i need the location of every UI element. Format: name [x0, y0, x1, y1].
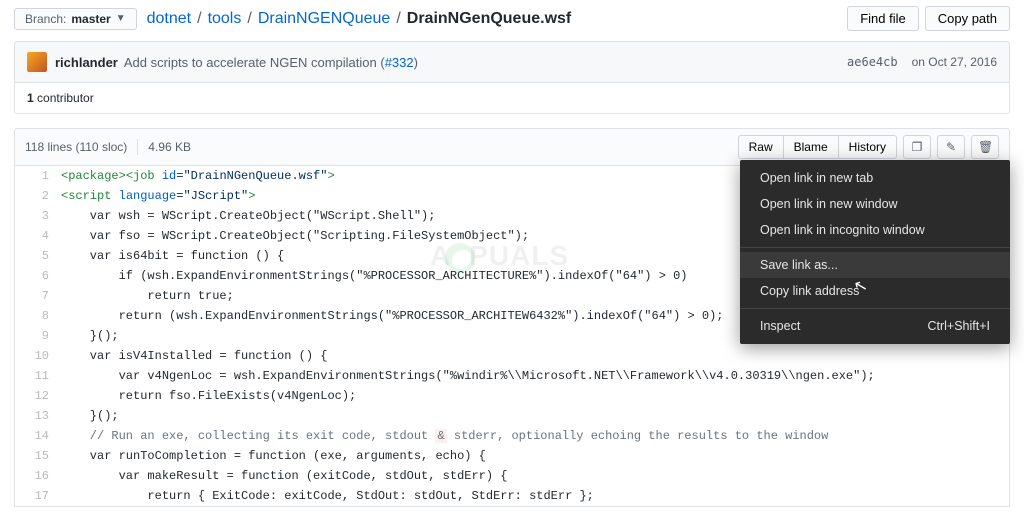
- menu-open-new-window[interactable]: Open link in new window: [740, 191, 1010, 217]
- contributors-count: 1: [27, 91, 34, 105]
- avatar: [27, 52, 47, 72]
- commit-author[interactable]: richlander: [55, 55, 118, 70]
- shortcut-label: Ctrl+Shift+I: [927, 319, 990, 333]
- file-size: 4.96 KB: [148, 140, 191, 154]
- menu-open-new-tab[interactable]: Open link in new tab: [740, 165, 1010, 191]
- breadcrumb-item[interactable]: tools: [208, 10, 242, 28]
- breadcrumb-item[interactable]: DrainNGENQueue: [258, 10, 391, 28]
- commit-sha[interactable]: ae6e4cb: [847, 55, 898, 69]
- breadcrumb-sep: /: [396, 10, 400, 28]
- history-button[interactable]: History: [839, 135, 897, 159]
- branch-label: Branch:: [25, 12, 66, 26]
- edit-icon[interactable]: ✎: [937, 135, 965, 159]
- branch-name: master: [71, 12, 110, 26]
- commit-message: Add scripts to accelerate NGEN compilati…: [124, 55, 418, 70]
- context-menu: Open link in new tab Open link in new wi…: [740, 160, 1010, 344]
- pr-link[interactable]: #332: [385, 55, 414, 70]
- raw-button[interactable]: Raw: [738, 135, 784, 159]
- breadcrumb-sep: /: [247, 10, 251, 28]
- breadcrumb-sep: /: [197, 10, 201, 28]
- commit-box: richlander Add scripts to accelerate NGE…: [14, 41, 1010, 83]
- commit-date: on Oct 27, 2016: [912, 55, 997, 69]
- branch-select-button[interactable]: Branch: master ▼: [14, 8, 137, 30]
- trash-icon[interactable]: 🗑: [971, 135, 999, 159]
- breadcrumb-file: DrainNGenQueue.wsf: [407, 10, 571, 28]
- chevron-down-icon: ▼: [116, 13, 126, 24]
- copy-path-button[interactable]: Copy path: [925, 6, 1010, 31]
- menu-save-link-as[interactable]: Save link as...: [740, 252, 1010, 278]
- blame-button[interactable]: Blame: [784, 135, 839, 159]
- breadcrumb: dotnet / tools / DrainNGENQueue / DrainN…: [147, 10, 572, 28]
- contributors-box: 1 contributor: [14, 83, 1010, 114]
- file-lines: 118 lines (110 sloc): [25, 140, 127, 154]
- find-file-button[interactable]: Find file: [847, 6, 919, 31]
- breadcrumb-root[interactable]: dotnet: [147, 10, 191, 28]
- menu-copy-link-address[interactable]: Copy link address: [740, 278, 1010, 304]
- menu-open-incognito[interactable]: Open link in incognito window: [740, 217, 1010, 243]
- desktop-icon[interactable]: ❐: [903, 135, 931, 159]
- menu-inspect[interactable]: InspectCtrl+Shift+I: [740, 313, 1010, 339]
